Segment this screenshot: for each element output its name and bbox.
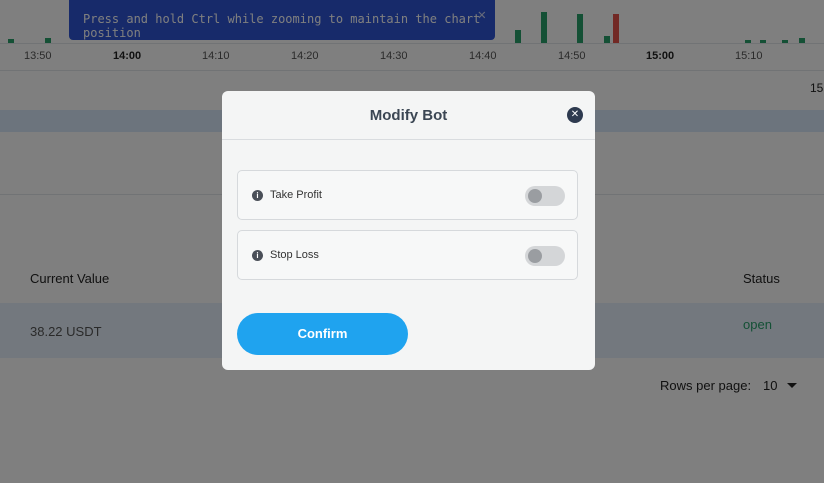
stop-loss-toggle[interactable] bbox=[525, 246, 565, 266]
take-profit-option: i Take Profit bbox=[237, 170, 578, 220]
dialog-header: Modify Bot ✕ bbox=[222, 91, 595, 140]
stop-loss-label: Stop Loss bbox=[270, 249, 319, 261]
toggle-knob bbox=[528, 189, 542, 203]
take-profit-toggle[interactable] bbox=[525, 186, 565, 206]
dialog-title: Modify Bot bbox=[369, 107, 448, 124]
take-profit-label: Take Profit bbox=[270, 189, 322, 201]
info-icon[interactable]: i bbox=[252, 190, 263, 201]
modify-bot-dialog: Modify Bot ✕ i Take Profit i Stop Loss C… bbox=[222, 91, 595, 370]
confirm-button[interactable]: Confirm bbox=[237, 313, 408, 355]
stop-loss-option: i Stop Loss bbox=[237, 230, 578, 280]
toggle-knob bbox=[528, 249, 542, 263]
info-icon[interactable]: i bbox=[252, 250, 263, 261]
close-icon[interactable]: ✕ bbox=[567, 107, 583, 123]
